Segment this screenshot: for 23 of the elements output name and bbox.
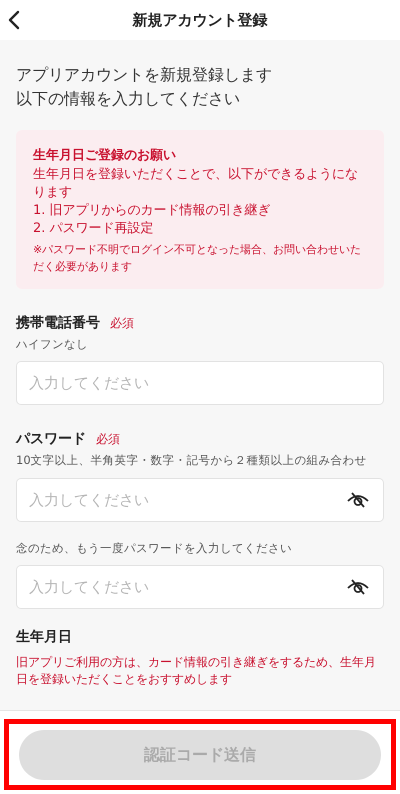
notice-title: 生年月日ご登録のお願い (33, 147, 177, 165)
input-field[interactable]: 入力してください (16, 478, 384, 522)
birthday-note: 旧アプリご利用の方は、カード情報の引き継ぎをするため、生年月日を登録いただくことをおすすめします (16, 654, 377, 688)
field-label: 携帯電話番号 (16, 314, 100, 333)
notice-note: ※パスワード不明でログイン不可となった場合、お問い合わせいただく必要があります (33, 242, 362, 275)
notice-text: 2. パスワード再設定 (33, 220, 155, 238)
required-tag: 必須 (96, 430, 120, 448)
page-title: 新規アカウント登録 (132, 10, 268, 31)
eye-off-icon[interactable] (346, 492, 370, 508)
notice-text: 1. 旧アプリからのカード情報の引き継ぎ (33, 202, 272, 220)
field-hint: 念のため、もう一度パスワードを入力してください (16, 540, 293, 556)
notice-text: 生年月日を登録いただくことで、以下ができるようになります (33, 166, 359, 202)
field-hint: 10文字以上、半角英字・数字・記号から２種類以上の組み合わせ (16, 452, 368, 470)
field-label: パスワード (16, 430, 86, 450)
input-field[interactable]: 入力してください (16, 564, 384, 609)
input-field[interactable]: 入力してください (16, 361, 384, 406)
field-hint: ハイフンなし (16, 336, 89, 353)
back-icon[interactable] (8, 10, 20, 30)
field-label: 生年月日 (16, 628, 73, 647)
intro-text: 以下の情報を入力してください (16, 88, 241, 110)
eye-off-icon[interactable] (346, 578, 370, 595)
required-tag: 必須 (110, 314, 134, 332)
intro-text: アプリアカウントを新規登録します (16, 64, 273, 86)
